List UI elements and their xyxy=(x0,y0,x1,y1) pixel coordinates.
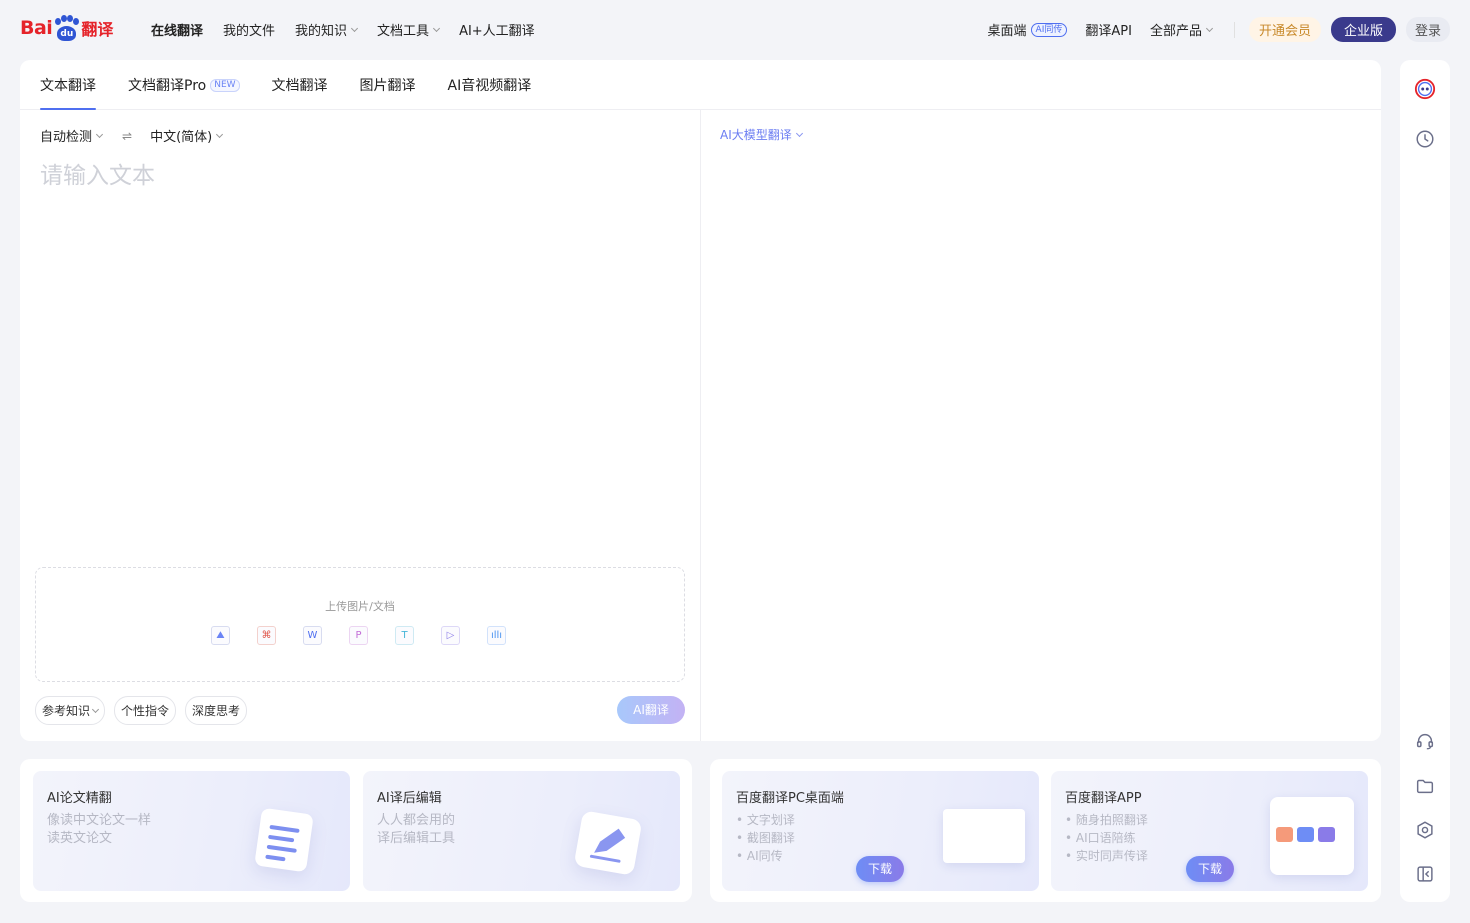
chevron-down-icon xyxy=(216,130,224,138)
translate-tabs: 文本翻译 文档翻译Pro NEW 文档翻译 图片翻译 AI音视频翻译 xyxy=(20,60,1381,110)
edit-pen-illustration-icon xyxy=(573,810,643,876)
promo-subtitle: 译后编辑工具 xyxy=(377,831,456,846)
pdf-file-icon[interactable]: ⌘ xyxy=(257,626,276,645)
promo-bullet: • 实时同声传译 xyxy=(1065,849,1148,863)
upload-label: 上传图片/文档 xyxy=(325,600,395,613)
source-language-select[interactable]: 自动检测 xyxy=(40,126,104,145)
document-illustration-icon xyxy=(254,807,314,873)
chevron-down-icon xyxy=(433,24,441,32)
customer-service-headset-icon[interactable] xyxy=(1410,726,1440,756)
mobile-app-card: 百度翻译APP • 随身拍照翻译 • AI口语陪练 • 实时同声传译 下载 xyxy=(1051,771,1368,891)
primary-nav: 在线翻译 我的文件 我的知识 文档工具 AI+人工翻译 xyxy=(151,20,535,39)
promo-title: AI译后编辑 xyxy=(377,791,442,806)
promo-title: 百度翻译APP xyxy=(1065,791,1142,806)
ai-simultaneous-badge: AI同传 xyxy=(1030,22,1068,37)
promo-title: AI论文精翻 xyxy=(47,791,112,806)
promo-bullet: • AI同传 xyxy=(736,849,783,863)
nav-ai-human-translate[interactable]: AI+人工翻译 xyxy=(459,20,535,39)
audio-file-icon[interactable]: ıllı xyxy=(487,626,506,645)
chevron-down-icon xyxy=(795,129,803,137)
app-download-button[interactable]: 下载 xyxy=(1186,856,1234,882)
baidu-fanyi-logo[interactable]: Bai du 翻译 xyxy=(20,12,113,44)
tab-doc-translate-pro[interactable]: 文档翻译Pro NEW xyxy=(128,60,240,110)
logo-fanyi: 翻译 xyxy=(81,20,114,39)
ai-model-select[interactable]: AI大模型翻译 xyxy=(720,126,803,143)
chevron-down-icon xyxy=(95,130,104,138)
image-file-icon[interactable]: ⛰ xyxy=(211,626,230,645)
secondary-nav: 桌面端 AI同传 翻译API 全部产品 开通会员 企业版 登录 xyxy=(988,17,1450,42)
swap-languages-icon[interactable]: ⇌ xyxy=(122,129,132,143)
folder-icon[interactable] xyxy=(1410,771,1440,801)
option-chips: 参考知识 个性指令 深度思考 xyxy=(35,696,248,725)
promo-bullet: • AI口语陪练 xyxy=(1065,831,1136,845)
word-file-icon[interactable]: W xyxy=(303,626,322,645)
ai-assistant-icon[interactable] xyxy=(1410,74,1440,104)
promo-bullet: • 文字划译 xyxy=(736,813,795,827)
language-selector: 自动检测 ⇌ 中文(简体) xyxy=(40,126,224,145)
target-language-select[interactable]: 中文(简体) xyxy=(150,126,224,145)
panel-divider xyxy=(700,110,701,741)
nav-divider xyxy=(1233,21,1235,38)
promo-bullet: • 截图翻译 xyxy=(736,831,795,845)
promo-bullet: • 随身拍照翻译 xyxy=(1065,813,1148,827)
collapse-panel-icon[interactable] xyxy=(1410,859,1440,889)
history-clock-icon[interactable] xyxy=(1410,124,1440,154)
txt-file-icon[interactable]: T xyxy=(395,626,414,645)
tab-text-translate[interactable]: 文本翻译 xyxy=(40,60,96,110)
mobile-app-illustration-icon xyxy=(1270,797,1354,875)
translation-card: 文本翻译 文档翻译Pro NEW 文档翻译 图片翻译 AI音视频翻译 自动检测 ⇌… xyxy=(20,60,1381,741)
paper-translate-card[interactable]: AI论文精翻 像读中文论文一样 读英文论文 xyxy=(33,771,350,891)
promo-title: 百度翻译PC桌面端 xyxy=(736,791,844,806)
promo-subtitle: 像读中文论文一样 xyxy=(47,813,152,828)
enterprise-button[interactable]: 企业版 xyxy=(1330,17,1396,42)
download-promos: 百度翻译PC桌面端 • 文字划译 • 截图翻译 • AI同传 下载 百度翻译AP… xyxy=(710,759,1381,902)
logo-bai: Bai xyxy=(20,17,53,39)
video-file-icon[interactable]: ▷ xyxy=(441,626,460,645)
chevron-down-icon xyxy=(91,705,100,713)
upload-file-types: ⛰ ⌘ W P T ▷ ıllı xyxy=(211,626,506,645)
tab-av-translate[interactable]: AI音视频翻译 xyxy=(448,60,532,110)
pc-app-illustration-icon xyxy=(933,805,1029,867)
nav-online-translate[interactable]: 在线翻译 xyxy=(151,20,203,39)
ppt-file-icon[interactable]: P xyxy=(349,626,368,645)
nav-my-knowledge[interactable]: 我的知识 xyxy=(295,20,359,39)
chevron-down-icon xyxy=(1205,24,1213,32)
nav-desktop[interactable]: 桌面端 AI同传 xyxy=(988,20,1068,39)
vip-button[interactable]: 开通会员 xyxy=(1248,17,1321,42)
chevron-down-icon xyxy=(351,24,359,32)
pc-download-button[interactable]: 下载 xyxy=(856,856,904,882)
right-toolbar xyxy=(1400,60,1450,902)
settings-hexagon-icon[interactable] xyxy=(1410,815,1440,845)
source-text-input[interactable]: 请输入文本 xyxy=(40,156,155,190)
tab-image-translate[interactable]: 图片翻译 xyxy=(360,60,416,110)
nav-my-files[interactable]: 我的文件 xyxy=(223,20,275,39)
post-edit-card[interactable]: AI译后编辑 人人都会用的 译后编辑工具 xyxy=(363,771,680,891)
nav-doc-tools[interactable]: 文档工具 xyxy=(377,20,441,39)
promo-subtitle: 读英文论文 xyxy=(47,831,113,846)
custom-instruction-chip[interactable]: 个性指令 xyxy=(114,696,177,725)
top-navigation: Bai du 翻译 在线翻译 我的文件 我的知识 文档工具 AI+人工翻译 桌面… xyxy=(0,0,1470,60)
nav-all-products[interactable]: 全部产品 xyxy=(1150,20,1213,39)
upload-dropzone[interactable]: 上传图片/文档 ⛰ ⌘ W P T ▷ ıllı xyxy=(35,567,685,682)
ai-translate-button[interactable]: AI翻译 xyxy=(617,696,685,724)
tab-doc-translate[interactable]: 文档翻译 xyxy=(272,60,328,110)
promo-subtitle: 人人都会用的 xyxy=(377,813,456,828)
logo-paw-icon: du xyxy=(53,15,80,41)
nav-translate-api[interactable]: 翻译API xyxy=(1085,20,1132,39)
pc-desktop-card: 百度翻译PC桌面端 • 文字划译 • 截图翻译 • AI同传 下载 xyxy=(722,771,1039,891)
feature-promos: AI论文精翻 像读中文论文一样 读英文论文 AI译后编辑 人人都会用的 译后编辑… xyxy=(20,759,692,902)
deep-think-chip[interactable]: 深度思考 xyxy=(185,696,248,725)
reference-knowledge-chip[interactable]: 参考知识 xyxy=(35,696,106,725)
login-button[interactable]: 登录 xyxy=(1405,17,1450,42)
new-badge: NEW xyxy=(210,78,240,92)
